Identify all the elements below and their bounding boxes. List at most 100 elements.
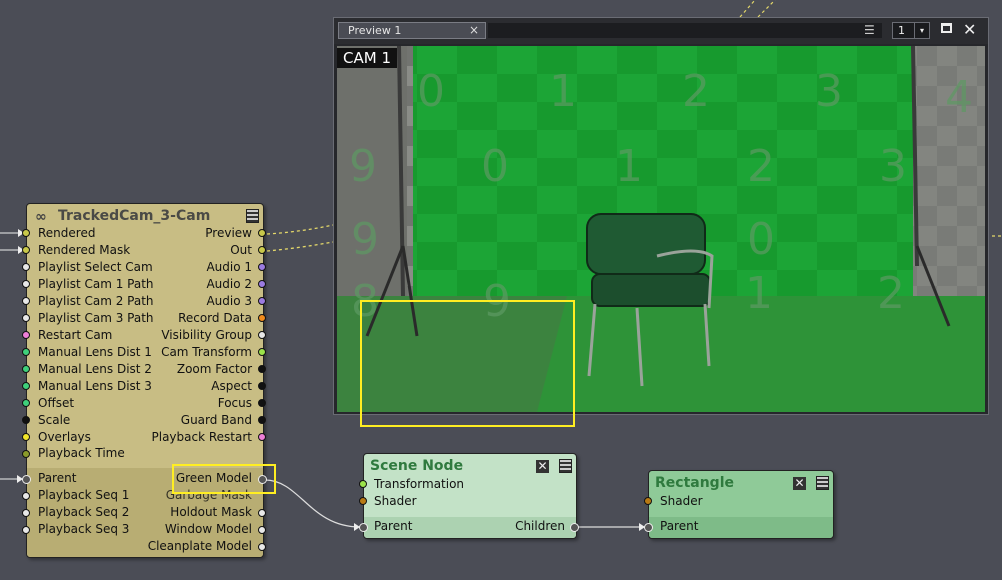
port-playback-seq3[interactable] <box>22 526 30 534</box>
port-holdout-mask[interactable] <box>258 509 266 517</box>
output-label: Cam Transform <box>161 345 252 359</box>
input-label: Shader <box>374 494 417 508</box>
port-guard-band[interactable] <box>258 416 266 424</box>
port-out[interactable] <box>258 246 266 254</box>
port-playlist-cam1[interactable] <box>22 280 30 288</box>
output-label: Playback Restart <box>151 430 253 444</box>
port-rendered-mask[interactable] <box>22 246 30 254</box>
backdrop-number: 1 <box>745 268 773 319</box>
highlight-box-preview <box>360 300 575 427</box>
input-label: Overlays <box>38 430 91 444</box>
wire-out-out <box>266 241 334 252</box>
cam-label: CAM 1 <box>337 48 397 68</box>
backdrop-number: 3 <box>879 141 907 192</box>
backdrop-number: 9 <box>349 141 377 192</box>
output-label: Audio 1 <box>206 260 252 274</box>
port-focus[interactable] <box>258 399 266 407</box>
input-label: Playlist Cam 1 Path <box>38 277 154 291</box>
port-aspect[interactable] <box>258 382 266 390</box>
port-restart-cam[interactable] <box>22 331 30 339</box>
port-parent[interactable] <box>22 475 31 484</box>
node-title: TrackedCam_3-Cam <box>58 208 211 224</box>
maximize-icon[interactable] <box>941 23 952 33</box>
input-label: Parent <box>374 519 413 533</box>
port-record-data[interactable] <box>258 314 266 322</box>
input-label: Parent <box>660 519 699 533</box>
output-label: Children <box>515 519 565 533</box>
chevron-down-icon[interactable]: ▾ <box>914 23 929 38</box>
input-label: Playlist Cam 2 Path <box>38 294 154 308</box>
port-lens-dist3[interactable] <box>22 382 30 390</box>
port-window-model[interactable] <box>258 526 266 534</box>
port-playback-seq1[interactable] <box>22 492 30 500</box>
port-children[interactable] <box>570 523 579 532</box>
input-label: Manual Lens Dist 2 <box>38 362 152 376</box>
port-lens-dist1[interactable] <box>22 348 30 356</box>
port-playlist-cam3[interactable] <box>22 314 30 322</box>
port-cam-transform[interactable] <box>258 348 266 356</box>
port-shader[interactable] <box>359 497 367 505</box>
output-label: Zoom Factor <box>176 362 252 376</box>
input-label: Manual Lens Dist 1 <box>38 345 152 359</box>
backdrop-number: 2 <box>877 268 905 319</box>
port-scale[interactable] <box>22 416 30 424</box>
menu-icon[interactable]: ☰ <box>864 23 875 37</box>
input-label: Playlist Cam 3 Path <box>38 311 154 325</box>
port-rect-parent[interactable] <box>644 523 653 532</box>
backdrop-number: 4 <box>945 72 973 123</box>
wire-preview-out <box>266 224 334 235</box>
port-zoom-factor[interactable] <box>258 365 266 373</box>
node-title: Rectangle <box>655 475 734 491</box>
port-transformation[interactable] <box>359 480 367 488</box>
port-audio2[interactable] <box>258 280 266 288</box>
close-node-icon[interactable]: ✕ <box>793 477 806 490</box>
port-preview-out[interactable] <box>258 229 266 237</box>
close-icon[interactable]: ✕ <box>963 20 976 39</box>
port-cleanplate-model[interactable] <box>258 543 266 551</box>
port-offset[interactable] <box>22 399 30 407</box>
node-menu-icon[interactable] <box>816 476 829 490</box>
port-playback-seq2[interactable] <box>22 509 30 517</box>
backdrop-number: 1 <box>615 141 643 192</box>
wire-top-2 <box>757 0 776 18</box>
node-menu-icon[interactable] <box>559 459 572 473</box>
output-label: Out <box>230 243 252 257</box>
close-tab-icon[interactable]: × <box>469 23 479 38</box>
input-label: Playback Seq 1 <box>38 488 130 502</box>
preview-tab-label: Preview 1 <box>348 24 402 37</box>
output-label: Focus <box>217 396 252 410</box>
wire-top-1 <box>739 0 756 18</box>
port-playback-time[interactable] <box>22 450 30 458</box>
input-label: Playback Seq 2 <box>38 505 130 519</box>
backdrop-number: 3 <box>815 66 843 117</box>
port-playlist-cam2[interactable] <box>22 297 30 305</box>
input-label: Shader <box>660 494 703 508</box>
view-number-select[interactable]: 1 ▾ <box>892 22 930 39</box>
port-rect-shader[interactable] <box>644 497 652 505</box>
backdrop-number: 0 <box>747 214 775 265</box>
node-title: Scene Node <box>370 458 464 474</box>
backdrop-number: 0 <box>417 66 445 117</box>
backdrop-number: 0 <box>481 141 509 192</box>
backdrop-number: 9 <box>351 214 379 265</box>
port-visibility-group[interactable] <box>258 331 266 339</box>
port-audio1[interactable] <box>258 263 266 271</box>
port-lens-dist2[interactable] <box>22 365 30 373</box>
output-label: Audio 3 <box>206 294 252 308</box>
node-menu-icon[interactable] <box>246 209 259 223</box>
backdrop-number: 1 <box>549 66 577 117</box>
port-playback-restart[interactable] <box>258 433 266 441</box>
input-label: Rendered Mask <box>38 243 131 257</box>
port-audio3[interactable] <box>258 297 266 305</box>
output-label: Visibility Group <box>161 328 252 342</box>
preview-tab[interactable]: Preview 1 × <box>338 22 486 39</box>
output-label: Aspect <box>211 379 252 393</box>
port-playlist-select[interactable] <box>22 263 30 271</box>
output-label: Window Model <box>164 522 252 536</box>
port-overlays[interactable] <box>22 433 30 441</box>
close-node-icon[interactable]: ✕ <box>536 460 549 473</box>
port-scene-parent[interactable] <box>359 523 368 532</box>
input-label: Transformation <box>374 477 465 491</box>
preview-toolbar: Preview 1 × ☰ 1 ▾ ✕ <box>334 18 988 44</box>
port-rendered[interactable] <box>22 229 30 237</box>
